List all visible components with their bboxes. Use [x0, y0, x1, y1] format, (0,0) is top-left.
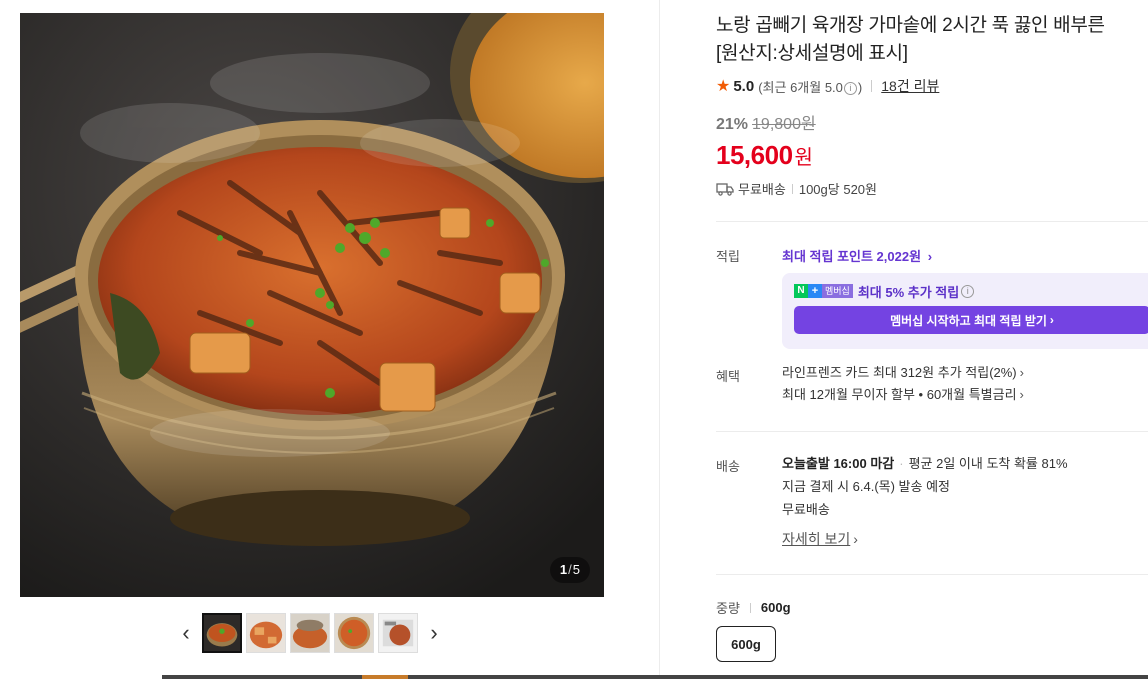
delivery-free: 무료배송 [782, 502, 830, 517]
thumbnail-next-arrow-icon[interactable]: › [420, 613, 448, 653]
delivery-label: 배송 [716, 459, 740, 474]
membership-button-label: 멤버십 시작하고 최대 적립 받기 [890, 313, 1047, 328]
points-content: 최대 적립 포인트 2,022원 › N + 멤버십 최대 5% 추가 적립 i 멤… [782, 246, 1148, 349]
membership-box: N + 멤버십 최대 5% 추가 적립 i 멤버십 시작하고 최대 적립 받기 › [782, 273, 1148, 349]
option-label: 중량 [716, 601, 740, 616]
today-ship-deadline: 오늘출발 16:00 마감 [782, 456, 895, 471]
delivery-section: 배송 오늘출발 16:00 마감 · 평균 2일 이내 도착 확률 81% 지금 결… [716, 452, 1148, 556]
review-count-link[interactable]: 18건 리뷰 [881, 76, 939, 96]
section-divider [716, 221, 1148, 222]
delivery-detail-text: 자세히 보기 [782, 531, 851, 547]
benefits-section: 혜택 라인프렌즈 카드 최대 312원 추가 적립(2%) › 최대 12개월 무… [716, 362, 1148, 412]
product-main-image[interactable]: 1/5 [20, 13, 604, 597]
product-gallery: 1/5 ‹ › [0, 0, 660, 679]
dot-separator: · [899, 456, 904, 471]
npay-n-icon: N [794, 284, 808, 298]
benefits-label: 혜택 [716, 369, 740, 384]
chevron-right-icon: › [1019, 365, 1024, 380]
rating-recent-close: ) [857, 79, 863, 95]
shipping-row: 무료배송 100g당 520원 [716, 179, 1148, 198]
rating-score: 5.0 [733, 77, 755, 95]
page-current: 1 [559, 562, 568, 577]
info-icon[interactable]: i [961, 284, 975, 298]
chevron-right-icon: › [853, 531, 858, 547]
divider [749, 602, 751, 613]
delivery-detail-link[interactable]: 자세히 보기 › [782, 529, 858, 549]
max-points-text: 최대 적립 포인트 2,022원 [782, 249, 922, 264]
thumbnail-strip: ‹ › [172, 612, 448, 654]
option-selected-value: 600g [760, 600, 791, 615]
card-benefit-text: 라인프렌즈 카드 최대 312원 추가 적립(2%) [782, 365, 1017, 380]
arrival-probability: 평균 2일 이내 도착 확률 81% [908, 456, 1068, 471]
installment-text: 최대 12개월 무이자 할부 • 60개월 특별금리 [782, 387, 1017, 402]
info-icon[interactable]: i [843, 81, 857, 95]
page-bottom-bar [162, 675, 1148, 679]
image-page-indicator: 1/5 [549, 557, 590, 583]
sale-price: 15,600 원 [716, 140, 1148, 171]
page-total: 5 [572, 562, 580, 577]
max-points-link[interactable]: 최대 적립 포인트 2,022원 › [782, 249, 932, 264]
thumbnail-1[interactable] [202, 613, 242, 653]
divider [871, 80, 873, 92]
membership-start-button[interactable]: 멤버십 시작하고 최대 적립 받기 › [794, 306, 1148, 334]
truck-icon [716, 182, 734, 196]
price-unit: 원 [794, 147, 813, 169]
original-price: 19,800원 [752, 116, 816, 133]
thumbnail-4[interactable] [334, 613, 374, 653]
delivery-content: 오늘출발 16:00 마감 · 평균 2일 이내 도착 확률 81% 지금 결제 시… [782, 452, 1148, 549]
npay-text: 멤버십 [822, 284, 853, 298]
product-title-line2: [원산지:상세설명에 표시] [716, 43, 908, 64]
rating-recent: (최근 6개월 5.0 i) [758, 77, 862, 96]
membership-extra-points: 최대 5% 추가 적립 [857, 284, 960, 300]
divider [791, 183, 793, 194]
rating-row: ★ 5.0 (최근 6개월 5.0 i) 18건 리뷰 [716, 76, 1148, 96]
rating-recent-text: (최근 6개월 5.0 [758, 79, 843, 95]
option-label-row: 중량 600g [716, 598, 1148, 617]
chevron-right-icon: › [927, 249, 933, 264]
yukgaejang-bowl-image [20, 13, 604, 597]
thumbnail-2[interactable] [246, 613, 286, 653]
chevron-right-icon: › [1049, 313, 1054, 327]
installment-benefit-link[interactable]: 최대 12개월 무이자 할부 • 60개월 특별금리 › [782, 384, 1148, 406]
discount-row: 21% 19,800원 [716, 110, 1148, 134]
benefits-content: 라인프렌즈 카드 최대 312원 추가 적립(2%) › 최대 12개월 무이자 … [782, 362, 1148, 406]
unit-price: 100g당 520원 [798, 182, 877, 197]
section-divider [716, 574, 1148, 575]
discount-rate: 21% [716, 116, 749, 133]
product-info: 노랑 곱빼기 육개장 가마솥에 2시간 푹 끓인 배부른 [원산지:상세설명에 … [716, 12, 1148, 198]
ship-date: 지금 결제 시 6.4.(목) 발송 예정 [782, 479, 951, 494]
card-benefit-link[interactable]: 라인프렌즈 카드 최대 312원 추가 적립(2%) › [782, 362, 1148, 384]
shipping-free-label: 무료배송 [738, 182, 786, 197]
option-section: 중량 600g 600g [716, 598, 1148, 670]
thumbnail-prev-arrow-icon[interactable]: ‹ [172, 613, 200, 653]
points-label: 적립 [716, 249, 740, 264]
product-title-line1: 노랑 곱빼기 육개장 가마솥에 2시간 푹 끓인 배부른 [716, 15, 1105, 36]
star-icon: ★ [716, 78, 731, 95]
chevron-right-icon: › [1019, 387, 1024, 402]
points-section: 적립 최대 적립 포인트 2,022원 › N + 멤버십 최대 5% 추가 적립 … [716, 246, 1148, 350]
price-value: 15,600 [716, 140, 793, 170]
naverpay-membership-badge: N + 멤버십 [794, 284, 853, 298]
npay-plus-icon: + [808, 284, 822, 298]
thumbnail-5[interactable] [378, 613, 418, 653]
product-title: 노랑 곱빼기 육개장 가마솥에 2시간 푹 끓인 배부른 [원산지:상세설명에 … [716, 12, 1148, 68]
today-ship-line: 오늘출발 16:00 마감 · 평균 2일 이내 도착 확률 81% [782, 452, 1148, 475]
section-divider [716, 431, 1148, 432]
thumbnail-3[interactable] [290, 613, 330, 653]
option-button-600g[interactable]: 600g [716, 626, 776, 662]
